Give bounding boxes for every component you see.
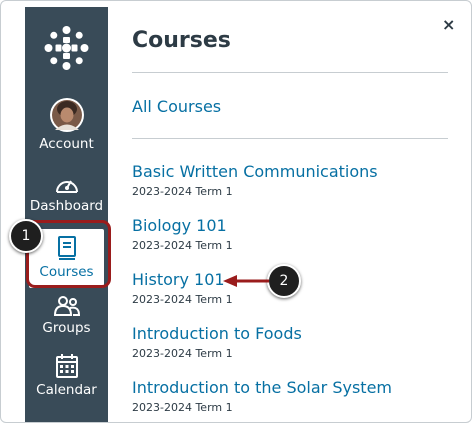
nav-item-dashboard[interactable]: Dashboard <box>25 173 108 214</box>
nav-item-label: Dashboard <box>29 198 104 214</box>
nav-item-label: Calendar <box>36 382 97 398</box>
callout-badge-2: 2 <box>267 264 301 298</box>
all-courses-link[interactable]: All Courses <box>132 97 221 116</box>
course-link[interactable]: Introduction to Foods <box>132 324 302 343</box>
canvas-logo-icon[interactable] <box>25 22 108 74</box>
nav-item-groups[interactable]: Groups <box>25 295 108 336</box>
course-term: 2023-2024 Term 1 <box>132 185 233 198</box>
people-icon <box>53 296 80 316</box>
divider <box>132 72 448 73</box>
screenshot-frame: Account Dashboard Courses Groups Calenda… <box>0 0 472 423</box>
calendar-icon <box>55 354 78 378</box>
nav-item-calendar[interactable]: Calendar <box>25 353 108 398</box>
course-link[interactable]: Basic Written Communications <box>132 162 378 181</box>
global-navigation: Account Dashboard Courses Groups Calenda… <box>25 7 108 422</box>
nav-item-account[interactable]: Account <box>25 97 108 152</box>
course-term: 2023-2024 Term 1 <box>132 293 233 306</box>
nav-item-label: Account <box>39 136 94 152</box>
speedometer-icon <box>55 180 78 193</box>
course-term: 2023-2024 Term 1 <box>132 401 233 414</box>
divider <box>132 138 448 139</box>
course-link[interactable]: Introduction to the Solar System <box>132 378 392 397</box>
course-link[interactable]: Biology 101 <box>132 216 227 235</box>
course-link[interactable]: History 101 <box>132 270 225 289</box>
course-term: 2023-2024 Term 1 <box>132 347 233 360</box>
callout-arrow-icon <box>223 275 269 287</box>
avatar <box>49 98 84 132</box>
course-term: 2023-2024 Term 1 <box>132 239 233 252</box>
nav-item-label: Groups <box>42 320 91 336</box>
close-icon[interactable]: × <box>442 15 455 34</box>
callout-badge-1: 1 <box>9 219 43 253</box>
tray-title: Courses <box>132 28 231 53</box>
